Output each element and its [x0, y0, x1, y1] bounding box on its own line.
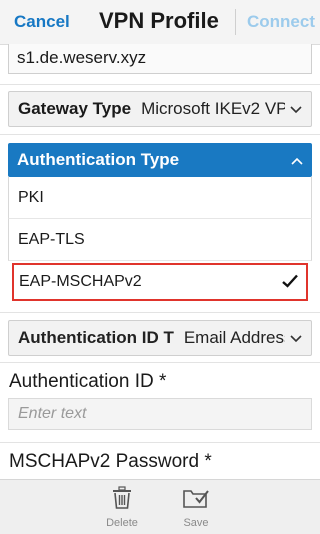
- authentication-type-label: Authentication Type: [17, 150, 180, 169]
- authentication-id-type-label: Authentication ID T: [18, 328, 174, 347]
- mschapv2-password-label: MSCHAPv2 Password *: [9, 451, 212, 472]
- chevron-down-icon: [285, 330, 311, 346]
- authentication-id-label: Authentication ID *: [9, 371, 167, 392]
- server-address-field[interactable]: s1.de.weserv.xyz: [8, 44, 312, 74]
- gateway-type-value: Microsoft IKEv2 VP: [141, 99, 285, 118]
- page-title: VPN Profile: [99, 8, 219, 33]
- gateway-type-dropdown[interactable]: Gateway Type Microsoft IKEv2 VP: [8, 91, 312, 127]
- auth-option-pki[interactable]: PKI: [8, 177, 312, 219]
- connect-button[interactable]: Connect: [247, 12, 315, 32]
- delete-label: Delete: [106, 517, 138, 529]
- chevron-up-icon: [286, 152, 312, 168]
- delete-button[interactable]: Delete: [92, 486, 152, 529]
- folder-check-icon: [183, 490, 209, 508]
- authentication-id-type-value: Email Address: [183, 328, 285, 347]
- authentication-id-input[interactable]: Enter text: [8, 398, 312, 430]
- divider: [0, 442, 320, 443]
- divider: [0, 312, 320, 313]
- save-button[interactable]: Save: [166, 486, 226, 529]
- title-bar: Cancel VPN Profile Connect: [0, 0, 320, 45]
- divider: [0, 134, 320, 135]
- authentication-id-type-dropdown[interactable]: Authentication ID T Email Address: [8, 320, 312, 356]
- divider: [0, 84, 320, 85]
- action-bar: Delete Save: [0, 479, 320, 534]
- authentication-type-dropdown[interactable]: Authentication Type: [8, 143, 312, 177]
- save-label: Save: [183, 517, 209, 529]
- checkmark-icon: [282, 272, 298, 293]
- auth-option-label: PKI: [18, 188, 44, 206]
- trash-icon: [113, 486, 131, 509]
- chevron-down-icon: [285, 101, 311, 117]
- title-divider: [235, 9, 236, 35]
- divider: [0, 362, 320, 363]
- auth-option-eap-tls[interactable]: EAP-TLS: [8, 219, 312, 261]
- auth-option-eap-mschapv2[interactable]: EAP-MSCHAPv2: [12, 263, 308, 301]
- cancel-button[interactable]: Cancel: [14, 12, 70, 32]
- auth-option-label: EAP-MSCHAPv2: [19, 273, 142, 290]
- gateway-type-label: Gateway Type: [18, 99, 132, 118]
- auth-option-label: EAP-TLS: [18, 230, 85, 248]
